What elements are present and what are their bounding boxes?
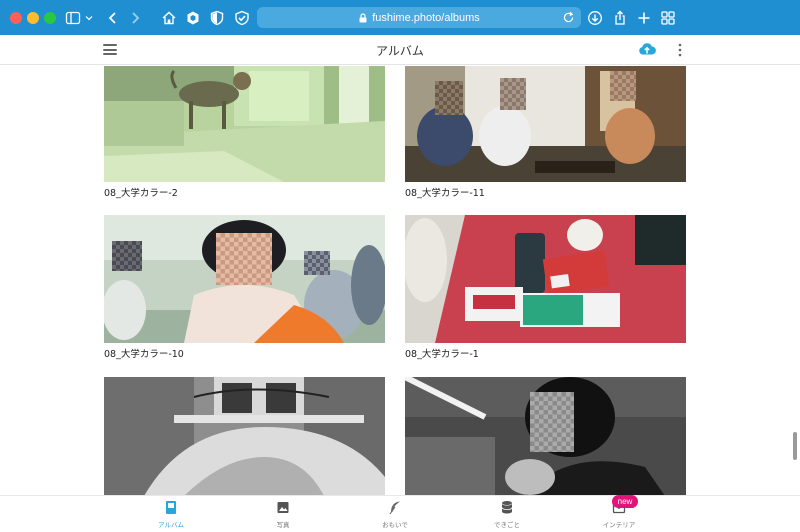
download-icon[interactable] [585,8,605,28]
tab-events[interactable]: できごと [477,500,537,529]
album-caption: 08_大学カラー-2 [104,188,178,199]
back-icon[interactable] [103,8,123,28]
album-thumbnail[interactable] [104,66,385,182]
sidebar-icon[interactable] [63,8,83,28]
tab-label: インテリア [602,521,636,529]
browser-toolbar: fushime.photo/albums [0,0,800,35]
album-thumbnail[interactable] [405,377,686,496]
url-text: fushime.photo/albums [372,11,480,24]
reload-icon[interactable] [562,11,575,24]
tabs-grid-icon[interactable] [658,8,678,28]
album-caption: 08_大学カラー-11 [405,188,485,199]
mosaic-face [500,78,526,110]
database-icon [501,501,513,514]
mosaic-face [610,71,636,101]
tab-label: おもいで [382,521,408,529]
album-card[interactable] [104,377,385,496]
mosaic-face [304,251,330,275]
tab-label: アルバム [158,521,184,529]
album-thumbnail[interactable] [104,215,385,343]
new-badge: new [612,495,638,508]
share-icon[interactable] [610,8,630,28]
album-grid: 08_大学カラー-2 08_大学カラー-11 08_大学カラー-10 08_大学… [0,66,800,496]
album-thumbnail[interactable] [405,215,686,343]
album-card[interactable] [405,377,686,496]
album-card[interactable]: 08_大学カラー-1 [405,215,686,360]
check-shield-icon[interactable] [232,8,252,28]
address-bar[interactable]: fushime.photo/albums [257,7,581,28]
feather-icon [389,501,400,515]
album-thumbnail[interactable] [405,66,686,182]
zoom-window-button[interactable] [44,12,56,24]
lock-icon [359,12,367,22]
minimize-window-button[interactable] [27,12,39,24]
album-card[interactable]: 08_大学カラー-10 [104,215,385,360]
mosaic-face [435,81,463,115]
chevron-down-icon[interactable] [83,8,95,28]
plus-icon[interactable] [634,8,654,28]
album-card[interactable]: 08_大学カラー-2 [104,66,385,201]
album-card[interactable]: 08_大学カラー-11 [405,66,686,201]
shield-icon[interactable] [207,8,227,28]
forward-icon[interactable] [125,8,145,28]
hexagon-icon[interactable] [183,8,203,28]
mosaic-face [112,241,142,271]
bottom-tab-bar: アルバム 写真 おもいで できごと インテリア [0,495,800,532]
scrollbar-thumb[interactable] [793,432,797,460]
tab-photo[interactable]: 写真 [253,500,313,529]
photo-icon [277,502,289,513]
mosaic-face [216,233,272,285]
cloud-upload-icon[interactable] [638,41,656,57]
tab-album[interactable]: アルバム [141,500,201,529]
album-caption: 08_大学カラー-10 [104,349,184,360]
tab-label: 写真 [276,521,290,529]
album-thumbnail[interactable] [104,377,385,496]
album-icon [166,501,176,514]
tab-memories[interactable]: おもいで [365,500,425,529]
app-header: アルバム [0,35,800,65]
close-window-button[interactable] [10,12,22,24]
more-vertical-icon[interactable] [677,43,683,57]
tab-label: できごと [494,521,520,529]
home-icon[interactable] [159,8,179,28]
album-caption: 08_大学カラー-1 [405,349,479,360]
mosaic-face [530,392,574,452]
